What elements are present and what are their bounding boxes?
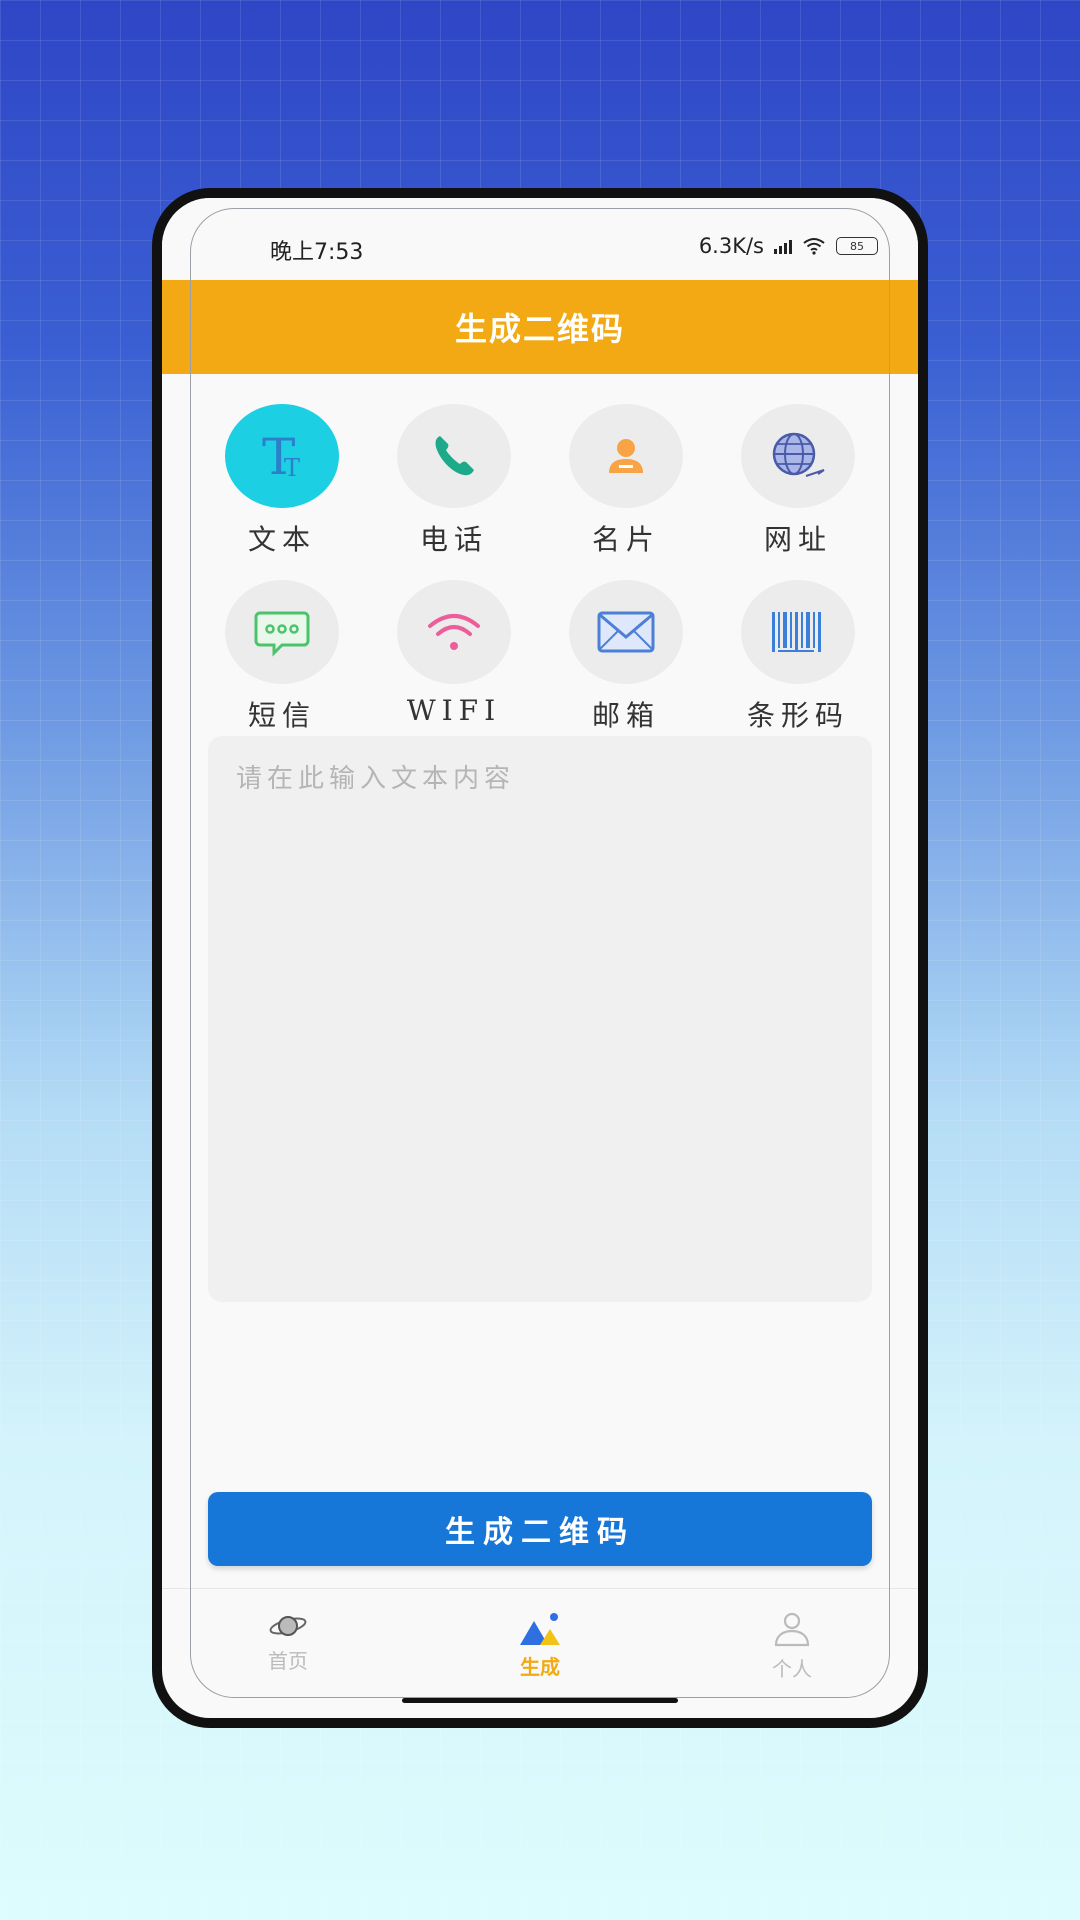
status-right: 6.3K/s 85 <box>699 234 878 258</box>
app-screen: 晚上7:53 6.3K/s 85 生成二维码 T T 文本 电话 名片 网址 短… <box>162 198 918 1718</box>
generate-qr-button[interactable]: 生成二维码 <box>208 1492 872 1566</box>
qr-type-grid: T T 文本 电话 名片 网址 短信 WIFI 邮箱 条形码 <box>196 404 884 734</box>
type-text[interactable]: T T 文本 <box>196 404 368 558</box>
type-label: 条形码 <box>746 699 849 732</box>
text-icon: T T <box>262 428 300 486</box>
content-input[interactable]: 请在此输入文本内容 <box>208 736 872 1302</box>
nav-profile[interactable]: 个人 <box>712 1611 872 1682</box>
wifi-icon <box>428 614 480 650</box>
type-url-circle <box>741 404 855 508</box>
wifi-status-icon <box>803 238 825 255</box>
generate-icon <box>520 1613 560 1645</box>
network-speed: 6.3K/s <box>698 234 764 258</box>
nav-label: 生成 <box>520 1655 560 1679</box>
type-mail[interactable]: 邮箱 <box>540 580 712 734</box>
app-header: 生成二维码 <box>162 280 918 374</box>
battery-level: 85 <box>850 239 864 253</box>
type-label: 电话 <box>419 523 488 556</box>
type-sms-circle <box>225 580 339 684</box>
type-wifi-circle <box>397 580 511 684</box>
globe-icon <box>772 432 825 477</box>
phone-icon <box>435 436 474 476</box>
type-contact-circle <box>569 404 683 508</box>
type-label: 文本 <box>247 523 316 556</box>
type-label: 网址 <box>763 523 832 556</box>
sms-icon <box>254 611 310 657</box>
type-wifi[interactable]: WIFI <box>368 580 540 734</box>
barcode-icon <box>772 612 821 652</box>
type-label: WIFI <box>406 694 502 727</box>
type-url[interactable]: 网址 <box>712 404 884 558</box>
status-bar: 晚上7:53 6.3K/s 85 <box>162 198 918 278</box>
type-phone-circle <box>397 404 511 508</box>
nav-label: 个人 <box>772 1657 812 1681</box>
contact-card-icon <box>609 439 643 473</box>
type-barcode-circle <box>741 580 855 684</box>
type-text-circle: T T <box>225 404 339 508</box>
nav-label: 首页 <box>268 1649 308 1673</box>
mail-icon <box>597 611 655 653</box>
person-icon <box>774 1612 810 1647</box>
content-input-placeholder: 请在此输入文本内容 <box>236 764 516 794</box>
status-time: 晚上7:53 <box>270 240 364 265</box>
type-phone[interactable]: 电话 <box>368 404 540 558</box>
type-label: 短信 <box>247 699 316 732</box>
type-barcode[interactable]: 条形码 <box>712 580 884 734</box>
type-sms[interactable]: 短信 <box>196 580 368 734</box>
battery-icon: 85 <box>836 237 878 255</box>
home-indicator <box>402 1698 678 1703</box>
nav-generate[interactable]: 生成 <box>460 1611 620 1680</box>
type-contact[interactable]: 名片 <box>540 404 712 558</box>
signal-icon <box>774 238 792 254</box>
svg-text:T: T <box>284 454 300 482</box>
phone-frame: 晚上7:53 6.3K/s 85 生成二维码 T T 文本 电话 名片 网址 短… <box>152 188 928 1728</box>
planet-icon <box>269 1616 307 1636</box>
page-title: 生成二维码 <box>454 310 625 348</box>
type-mail-circle <box>569 580 683 684</box>
nav-home[interactable]: 首页 <box>208 1611 368 1674</box>
type-label: 名片 <box>591 523 660 556</box>
type-label: 邮箱 <box>591 699 660 732</box>
